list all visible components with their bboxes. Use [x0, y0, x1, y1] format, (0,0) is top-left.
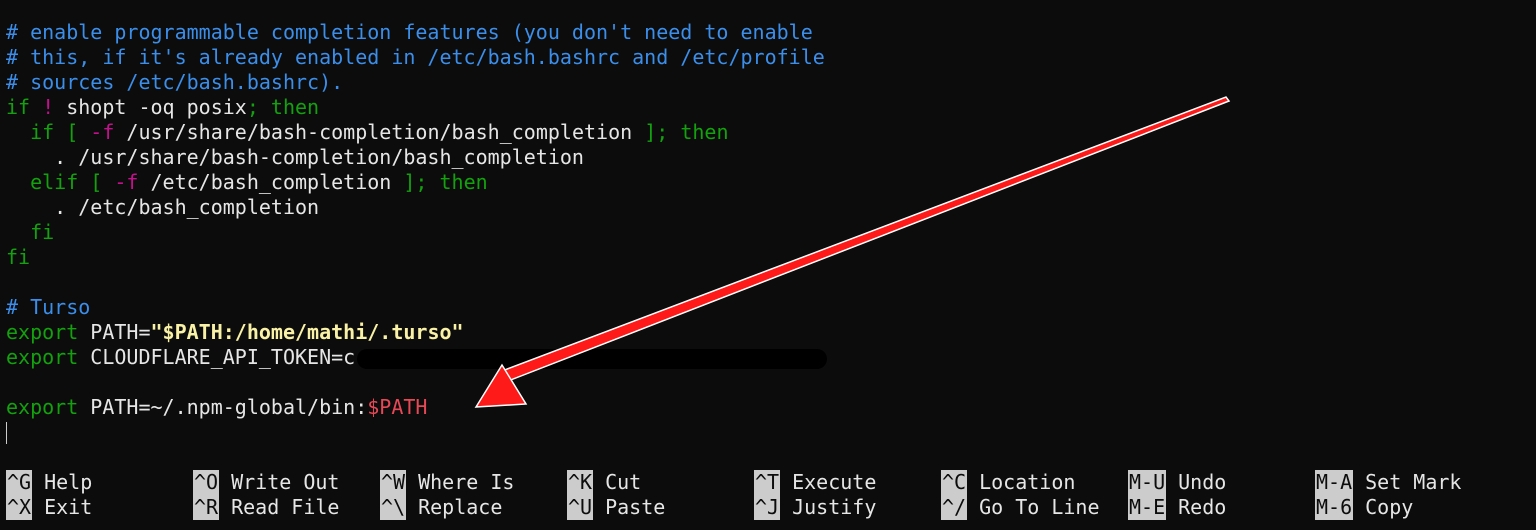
shortcut-label: Copy	[1365, 495, 1414, 519]
shortcut-item: M-E Redo	[1128, 495, 1315, 520]
code-token: fi	[6, 245, 31, 269]
shortcut-item: ^/ Go To Line	[941, 495, 1128, 520]
shortcut-item: ^T Execute	[754, 470, 941, 495]
shortcut-key: ^R	[193, 495, 220, 520]
code-line[interactable]: # sources /etc/bash.bashrc).	[6, 70, 827, 95]
code-token: "$PATH:/home/mathi/.turso"	[150, 320, 464, 344]
code-token: export	[6, 395, 79, 419]
shortcut-key: ^W	[380, 470, 407, 495]
code-token: export	[6, 320, 79, 344]
shortcut-label: Execute	[792, 470, 877, 494]
shortcut-label: Read File	[231, 495, 340, 519]
shortcut-label: Paste	[605, 495, 666, 519]
code-token: /etc/bash_completion	[138, 170, 404, 194]
shortcut-label: Help	[44, 470, 93, 494]
shortcut-key: ^K	[567, 470, 594, 495]
shortcut-key: ^O	[193, 470, 220, 495]
shortcut-row-2: ^X Exit ^R Read File ^\ Replace ^U Paste ^J Justi…	[6, 495, 1526, 520]
shortcut-item: M-6 Copy	[1315, 495, 1502, 520]
shortcut-label: Redo	[1178, 495, 1227, 519]
code-line[interactable]: if [ -f /usr/share/bash-completion/bash_…	[6, 120, 827, 145]
shortcut-key: ^X	[6, 495, 33, 520]
code-line[interactable]: elif [ -f /etc/bash_completion ]; then	[6, 170, 827, 195]
shortcut-item: ^K Cut	[567, 470, 754, 495]
code-token: elif [	[6, 170, 115, 194]
shortcut-key: ^C	[941, 470, 968, 495]
shortcut-item: ^U Paste	[567, 495, 754, 520]
shortcut-label: Where Is	[418, 470, 515, 494]
shortcut-label: Justify	[792, 495, 877, 519]
code-token: -f	[114, 170, 139, 194]
code-token: PATH=	[78, 320, 151, 344]
shortcut-key: ^/	[941, 495, 968, 520]
shortcut-row-1: ^G Help ^O Write Out ^W Where Is ^K Cut ^T Execut…	[6, 470, 1526, 495]
code-token: CLOUDFLARE_API_TOKEN=c	[78, 345, 356, 369]
code-line[interactable]: fi	[6, 220, 827, 245]
shortcut-key: M-A	[1315, 470, 1354, 495]
shortcut-label: Cut	[605, 470, 642, 494]
code-line[interactable]: fi	[6, 245, 827, 270]
code-token: !	[30, 95, 67, 119]
code-line[interactable]: # Turso	[6, 295, 827, 320]
code-token: ; then	[246, 95, 320, 119]
code-token: shopt -oq posix	[66, 95, 247, 119]
shortcut-key: ^G	[6, 470, 33, 495]
shortcut-bar: ^G Help ^O Write Out ^W Where Is ^K Cut ^T Execut…	[6, 470, 1526, 520]
code-line[interactable]	[6, 270, 827, 295]
code-token: . /etc/bash_completion	[6, 195, 320, 219]
shortcut-item: ^R Read File	[193, 495, 380, 520]
code-line[interactable]: # this, if it's already enabled in /etc/…	[6, 45, 827, 70]
code-token: ]; then	[403, 170, 488, 194]
code-token: if [	[6, 120, 91, 144]
code-token: -f	[90, 120, 115, 144]
shortcut-item: ^W Where Is	[380, 470, 567, 495]
shortcut-item: ^J Justify	[754, 495, 941, 520]
shortcut-item: ^X Exit	[6, 495, 193, 520]
code-token: . /usr/share/bash-completion/bash_comple…	[6, 145, 584, 169]
code-token: # Turso	[6, 295, 91, 319]
code-line[interactable]: # enable programmable completion feature…	[6, 20, 827, 45]
code-line[interactable]: export PATH=~/.npm-global/bin:$PATH	[6, 395, 827, 420]
shortcut-item: ^O Write Out	[193, 470, 380, 495]
shortcut-key: ^T	[754, 470, 781, 495]
code-token: ]; then	[644, 120, 729, 144]
code-token: /usr/share/bash-completion/bash_completi…	[114, 120, 645, 144]
shortcut-label: Replace	[418, 495, 503, 519]
code-token: $PATH	[367, 395, 428, 419]
shortcut-item: ^\ Replace	[380, 495, 567, 520]
code-token: # this, if it's already enabled in /etc/…	[6, 45, 825, 69]
shortcut-label: Location	[979, 470, 1076, 494]
shortcut-key: ^\	[380, 495, 407, 520]
code-token: # sources /etc/bash.bashrc).	[6, 70, 344, 94]
code-line[interactable]	[6, 370, 827, 395]
shortcut-item: ^C Location	[941, 470, 1128, 495]
shortcut-label: Undo	[1178, 470, 1227, 494]
shortcut-label: Exit	[44, 495, 93, 519]
shortcut-label: Go To Line	[979, 495, 1100, 519]
shortcut-item: M-U Undo	[1128, 470, 1315, 495]
code-line[interactable]: export PATH="$PATH:/home/mathi/.turso"	[6, 320, 827, 345]
code-token: # enable programmable completion feature…	[6, 20, 813, 44]
editor-text-area[interactable]: # enable programmable completion feature…	[6, 20, 828, 420]
text-cursor	[6, 422, 7, 444]
shortcut-label: Set Mark	[1365, 470, 1462, 494]
shortcut-label: Write Out	[231, 470, 340, 494]
redaction-scribble	[357, 348, 828, 369]
shortcut-key: M-6	[1315, 495, 1354, 520]
code-line[interactable]: export CLOUDFLARE_API_TOKEN=c	[6, 345, 828, 370]
shortcut-item: ^G Help	[6, 470, 193, 495]
code-token: if	[6, 95, 31, 119]
code-token: export	[6, 345, 79, 369]
code-token: fi	[6, 220, 55, 244]
code-line[interactable]: . /usr/share/bash-completion/bash_comple…	[6, 145, 827, 170]
shortcut-key: ^U	[567, 495, 594, 520]
shortcut-key: ^J	[754, 495, 781, 520]
code-line[interactable]: . /etc/bash_completion	[6, 195, 827, 220]
shortcut-key: M-E	[1128, 495, 1167, 520]
code-line[interactable]: if ! shopt -oq posix; then	[6, 95, 827, 120]
shortcut-key: M-U	[1128, 470, 1167, 495]
code-token: PATH=~/.npm-global/bin:	[78, 395, 368, 419]
shortcut-item: M-A Set Mark	[1315, 470, 1502, 495]
